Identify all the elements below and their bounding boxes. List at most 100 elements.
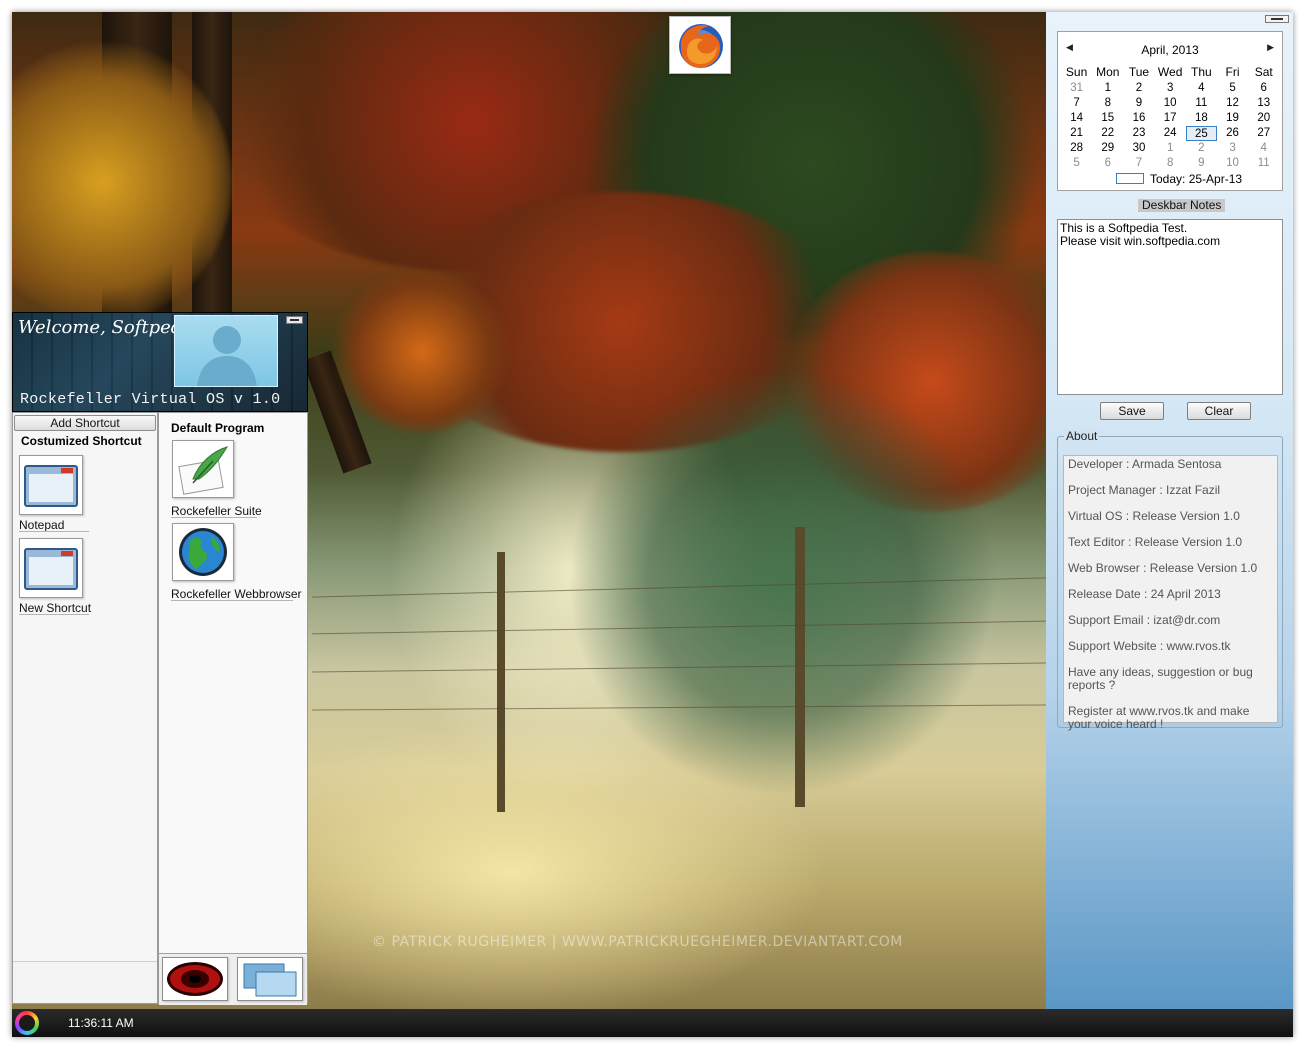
calendar-day[interactable]: 22 [1092,126,1123,141]
calendar-day[interactable]: 5 [1061,156,1092,171]
calendar-day[interactable]: 28 [1061,141,1092,156]
calendar-today-label: Today: 25-Apr-13 [1150,172,1243,186]
calendar-week-row: 28 29 30 1 2 3 4 [1061,141,1280,156]
custom-shortcut-header: Costumized Shortcut [21,434,142,448]
default-program-panel: Default Program Rockefeller Suite Rockef… [158,412,308,1005]
calendar-day[interactable]: 21 [1061,126,1092,141]
calendar-day[interactable]: 17 [1155,111,1186,126]
calendar-day[interactable]: 11 [1248,156,1279,171]
calendar-day[interactable]: 19 [1217,111,1248,126]
today-marker [1116,173,1144,184]
add-shortcut-button[interactable]: Add Shortcut [14,415,156,431]
calendar-week-row: 5 6 7 8 9 10 11 [1061,156,1280,171]
calendar-day[interactable]: 2 [1123,81,1154,96]
red-eye-icon [167,962,223,996]
about-group: About Developer : Armada Sentosa Project… [1057,430,1283,731]
calendar-month-label: April, 2013 [1141,43,1199,57]
minimize-welcome-button[interactable] [286,316,303,324]
calendar-day-selected[interactable]: 25 [1185,126,1217,141]
calendar-day[interactable]: 31 [1061,81,1092,96]
calendar-week-row: 31 1 2 3 4 5 6 [1061,81,1280,96]
about-project-manager: Project Manager : Izzat Fazil [1068,483,1221,497]
new-shortcut[interactable] [19,538,83,598]
calendar-day[interactable]: 1 [1155,141,1186,156]
calendar-day[interactable]: 5 [1217,81,1248,96]
calendar-day[interactable]: 29 [1092,141,1123,156]
calendar-day[interactable]: 20 [1248,111,1279,126]
calendar-day[interactable]: 8 [1155,156,1186,171]
weekday-label: Tue [1128,65,1150,79]
notepad-shortcut[interactable] [19,455,83,515]
calendar-day[interactable]: 6 [1248,81,1279,96]
calendar-day[interactable]: 30 [1123,141,1154,156]
calendar-day[interactable]: 3 [1217,141,1248,156]
about-legend: About [1064,429,1100,443]
calendar-day[interactable]: 2 [1186,141,1217,156]
calendar-day[interactable]: 10 [1155,96,1186,111]
calendar-day[interactable]: 10 [1217,156,1248,171]
custom-shortcut-panel: Add Shortcut Costumized Shortcut Notepad… [12,412,158,1004]
about-list: Developer : Armada Sentosa Project Manag… [1063,455,1278,731]
calendar-week-row: 14 15 16 17 18 19 20 [1061,111,1280,126]
weekday-label: Wed [1157,65,1183,79]
welcome-panel: Welcome, Softpedia Rockefeller Virtual O… [12,312,308,412]
calendar-day[interactable]: 9 [1123,96,1154,111]
calendar-day[interactable]: 3 [1155,81,1186,96]
deskbar-notes-textarea[interactable]: This is a Softpedia Test. Please visit w… [1057,219,1283,395]
calendar-day[interactable]: 8 [1092,96,1123,111]
save-notes-button[interactable]: Save [1100,402,1164,420]
rockefeller-suite-launcher[interactable] [172,440,234,498]
notepad-shortcut-label: Notepad [19,518,65,532]
month-calendar[interactable]: ◀ ▶ April, 2013 Sun Mon Tue Wed Thu Fri … [1057,31,1283,191]
calendar-day[interactable]: 27 [1248,126,1279,141]
default-program-header: Default Program [171,421,265,435]
about-web-browser-version: Web Browser : Release Version 1.0 [1068,561,1258,575]
taskbar: 11:36:11 AM [12,1009,1293,1037]
start-orb-icon[interactable] [15,1011,39,1035]
calendar-day[interactable]: 23 [1123,126,1154,141]
user-silhouette-icon [197,326,257,386]
weekday-label: Sun [1065,65,1088,79]
weekday-label: Mon [1096,65,1120,79]
calendar-day[interactable]: 14 [1061,111,1092,126]
weekday-label: Fri [1225,65,1240,79]
calendar-week-row: 21 22 23 24 25 26 27 [1061,126,1280,141]
calendar-day[interactable]: 18 [1186,111,1217,126]
deskbar-notes-label: Deskbar Notes [1138,199,1226,212]
calendar-day[interactable]: 13 [1248,96,1279,111]
calendar-week-row: 7 8 9 10 11 12 13 [1061,96,1280,111]
calendar-day[interactable]: 6 [1092,156,1123,171]
calendar-day[interactable]: 7 [1061,96,1092,111]
user-avatar[interactable] [174,315,278,387]
globe-icon [179,528,227,576]
calendar-day[interactable]: 4 [1248,141,1279,156]
firefox-launcher-button[interactable] [669,16,731,74]
calendar-day[interactable]: 7 [1123,156,1154,171]
about-text-editor-version: Text Editor : Release Version 1.0 [1068,535,1243,549]
about-release-date: Release Date : 24 April 2013 [1068,587,1221,601]
calendar-day[interactable]: 15 [1092,111,1123,126]
windows-switch-button[interactable] [237,957,303,1001]
minimize-sidebar-button[interactable] [1265,15,1289,23]
calendar-day[interactable]: 26 [1217,126,1248,141]
about-developer: Developer : Armada Sentosa [1068,457,1222,471]
calendar-day[interactable]: 4 [1186,81,1217,96]
calendar-day[interactable]: 24 [1155,126,1186,141]
eye-app-button[interactable] [162,957,228,1001]
clear-notes-button[interactable]: Clear [1187,402,1251,420]
calendar-day[interactable]: 1 [1092,81,1123,96]
rockefeller-webbrowser-launcher[interactable] [172,523,234,581]
calendar-grid: Sun Mon Tue Wed Thu Fri Sat 31 1 2 3 4 5… [1061,65,1280,171]
window-icon [24,548,78,590]
about-support-website: Support Website : www.rvos.tk [1068,639,1231,653]
deskbar-sidebar: ◀ ▶ April, 2013 Sun Mon Tue Wed Thu Fri … [1046,12,1293,1009]
calendar-today-link[interactable]: Today: 25-Apr-13 [1116,172,1242,186]
calendar-day[interactable]: 16 [1123,111,1154,126]
new-shortcut-label: New Shortcut [19,601,92,615]
calendar-day[interactable]: 9 [1186,156,1217,171]
welcome-greeting: Welcome, Softpedia [18,317,199,338]
about-register-note: Register at www.rvos.tk and make your vo… [1068,704,1250,731]
calendar-day[interactable]: 12 [1217,96,1248,111]
calendar-day[interactable]: 11 [1186,96,1217,111]
quill-notepad-icon [178,446,229,495]
